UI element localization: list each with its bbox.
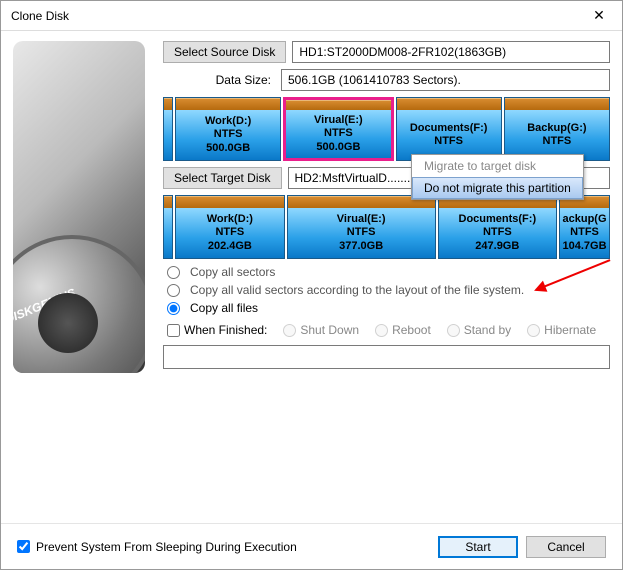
close-button[interactable]: ✕ bbox=[578, 2, 620, 30]
data-size-field: 506.1GB (1061410783 Sectors). bbox=[281, 69, 610, 91]
standby-radio bbox=[447, 324, 460, 337]
hibernate-radio bbox=[527, 324, 540, 337]
copy-all-sectors-option[interactable]: Copy all sectors bbox=[167, 265, 610, 279]
copy-all-sectors-radio[interactable] bbox=[167, 266, 180, 279]
disk-image-label: DISKGENIUS bbox=[13, 286, 78, 327]
when-finished-row: When Finished: Shut Down Reboot Stand by… bbox=[167, 323, 610, 337]
prevent-sleep-checkbox[interactable] bbox=[17, 540, 30, 553]
menu-migrate-to-target: Migrate to target disk bbox=[412, 155, 583, 177]
source-partition-backup[interactable]: Backup(G:)NTFS bbox=[504, 97, 610, 161]
select-source-disk-button[interactable]: Select Source Disk bbox=[163, 41, 286, 63]
prevent-sleep-label: Prevent System From Sleeping During Exec… bbox=[36, 540, 297, 554]
target-partition-work[interactable]: Work(D:)NTFS202.4GB bbox=[175, 195, 285, 259]
reboot-radio bbox=[375, 324, 388, 337]
source-partition-bar: Work(D:)NTFS500.0GB Virual(E:)NTFS500.0G… bbox=[163, 97, 610, 161]
select-target-disk-button[interactable]: Select Target Disk bbox=[163, 167, 282, 189]
disk-image: DISKGENIUS bbox=[13, 41, 145, 373]
status-field bbox=[163, 345, 610, 369]
shutdown-radio bbox=[283, 324, 296, 337]
copy-all-files-option[interactable]: Copy all files bbox=[167, 301, 610, 315]
data-size-label: Data Size: bbox=[163, 73, 275, 87]
when-finished-label: When Finished: bbox=[184, 323, 267, 337]
target-partition-bar: Work(D:)NTFS202.4GB Virual(E:)NTFS377.0G… bbox=[163, 195, 610, 259]
menu-do-not-migrate[interactable]: Do not migrate this partition bbox=[412, 177, 583, 199]
target-partition-virtual[interactable]: Virual(E:)NTFS377.0GB bbox=[287, 195, 436, 259]
partition-gap bbox=[163, 97, 173, 161]
content-area: DISKGENIUS Select Source Disk HD1:ST2000… bbox=[1, 31, 622, 523]
titlebar: Clone Disk ✕ bbox=[1, 1, 622, 31]
target-partition-backup[interactable]: ackup(GNTFS104.7GB bbox=[559, 195, 610, 259]
cancel-button[interactable]: Cancel bbox=[526, 536, 606, 558]
copy-valid-sectors-radio[interactable] bbox=[167, 284, 180, 297]
source-partition-virtual[interactable]: Virual(E:)NTFS500.0GB bbox=[283, 97, 393, 161]
when-finished-checkbox[interactable] bbox=[167, 324, 180, 337]
context-menu: Migrate to target disk Do not migrate th… bbox=[411, 154, 584, 200]
start-button[interactable]: Start bbox=[438, 536, 518, 558]
source-partition-work[interactable]: Work(D:)NTFS500.0GB bbox=[175, 97, 281, 161]
copy-all-files-radio[interactable] bbox=[167, 302, 180, 315]
footer: Prevent System From Sleeping During Exec… bbox=[1, 523, 622, 569]
window-title: Clone Disk bbox=[11, 9, 69, 23]
target-partition-documents[interactable]: Documents(F:)NTFS247.9GB bbox=[438, 195, 557, 259]
source-disk-field: HD1:ST2000DM008-2FR102(1863GB) bbox=[292, 41, 610, 63]
partition-gap bbox=[163, 195, 173, 259]
source-partition-documents[interactable]: Documents(F:)NTFS bbox=[396, 97, 502, 161]
